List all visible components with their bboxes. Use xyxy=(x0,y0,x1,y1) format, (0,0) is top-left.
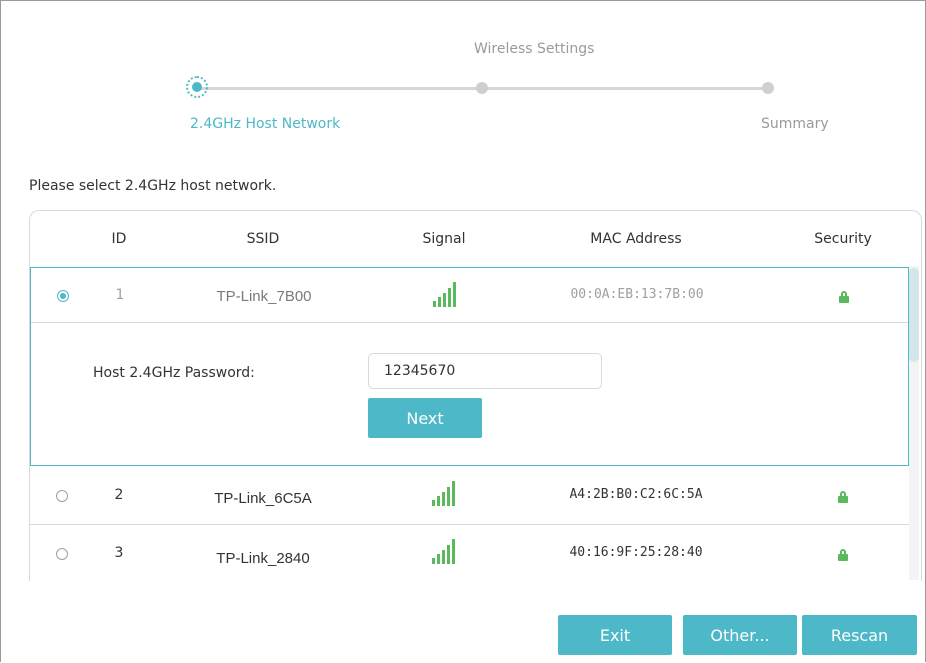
step-1-active-dot xyxy=(186,76,208,98)
row-1-lock-icon xyxy=(839,291,849,303)
table-row[interactable]: 3 TP-Link_2840 40:16:9F:25:28:40 xyxy=(30,525,909,581)
step-2-dot xyxy=(476,82,488,94)
row-1-mac: 00:0A:EB:13:7B:00 xyxy=(570,287,704,302)
row-3-id: 3 xyxy=(114,545,124,561)
row-2-id: 2 xyxy=(114,487,124,503)
header-id: ID xyxy=(111,231,127,247)
header-ssid: SSID xyxy=(246,231,280,247)
row-2-lock-icon xyxy=(838,491,848,503)
instruction-text: Please select 2.4GHz host network. xyxy=(29,178,277,194)
next-button[interactable]: Next xyxy=(368,398,482,438)
row-2-mac: A4:2B:B0:C2:6C:5A xyxy=(569,487,703,502)
header-signal: Signal xyxy=(422,231,466,247)
row-2-signal-icon xyxy=(429,480,459,506)
exit-button[interactable]: Exit xyxy=(558,615,672,655)
stepper-line-2 xyxy=(482,87,768,90)
row-3-mac: 40:16:9F:25:28:40 xyxy=(569,545,703,560)
password-input[interactable] xyxy=(368,353,602,389)
row-1-id: 1 xyxy=(115,287,125,303)
row-2-ssid: TP-Link_6C5A xyxy=(214,490,312,507)
other-button[interactable]: Other... xyxy=(683,615,797,655)
password-label: Host 2.4GHz Password: xyxy=(93,365,255,381)
table-row-selected[interactable]: 1 TP-Link_7B00 00:0A:EB:13:7B:00 Host 2.… xyxy=(30,267,909,466)
row-1-divider xyxy=(31,322,908,323)
rescan-button[interactable]: Rescan xyxy=(802,615,917,655)
row-1-radio[interactable] xyxy=(57,290,69,302)
row-3-radio[interactable] xyxy=(56,548,68,560)
row-1-signal-icon xyxy=(430,281,460,307)
table-row[interactable]: 2 TP-Link_6C5A A4:2B:B0:C2:6C:5A xyxy=(30,467,909,524)
table-scrollbar-thumb[interactable] xyxy=(909,268,919,362)
step-host-network-label: 2.4GHz Host Network xyxy=(190,116,341,132)
row-1-ssid: TP-Link_7B00 xyxy=(216,288,312,305)
row-3-ssid: TP-Link_2840 xyxy=(216,550,310,567)
stepper-line-1 xyxy=(198,87,482,90)
header-mac-address: MAC Address xyxy=(590,231,682,247)
step-wireless-settings-label: Wireless Settings xyxy=(474,41,595,57)
row-3-signal-icon xyxy=(429,538,459,564)
row-2-radio[interactable] xyxy=(56,490,68,502)
step-summary-label: Summary xyxy=(761,116,829,132)
step-3-dot xyxy=(762,82,774,94)
row-3-lock-icon xyxy=(838,549,848,561)
header-security: Security xyxy=(814,231,872,247)
network-table: ID SSID Signal MAC Address Security 1 TP… xyxy=(29,210,922,581)
